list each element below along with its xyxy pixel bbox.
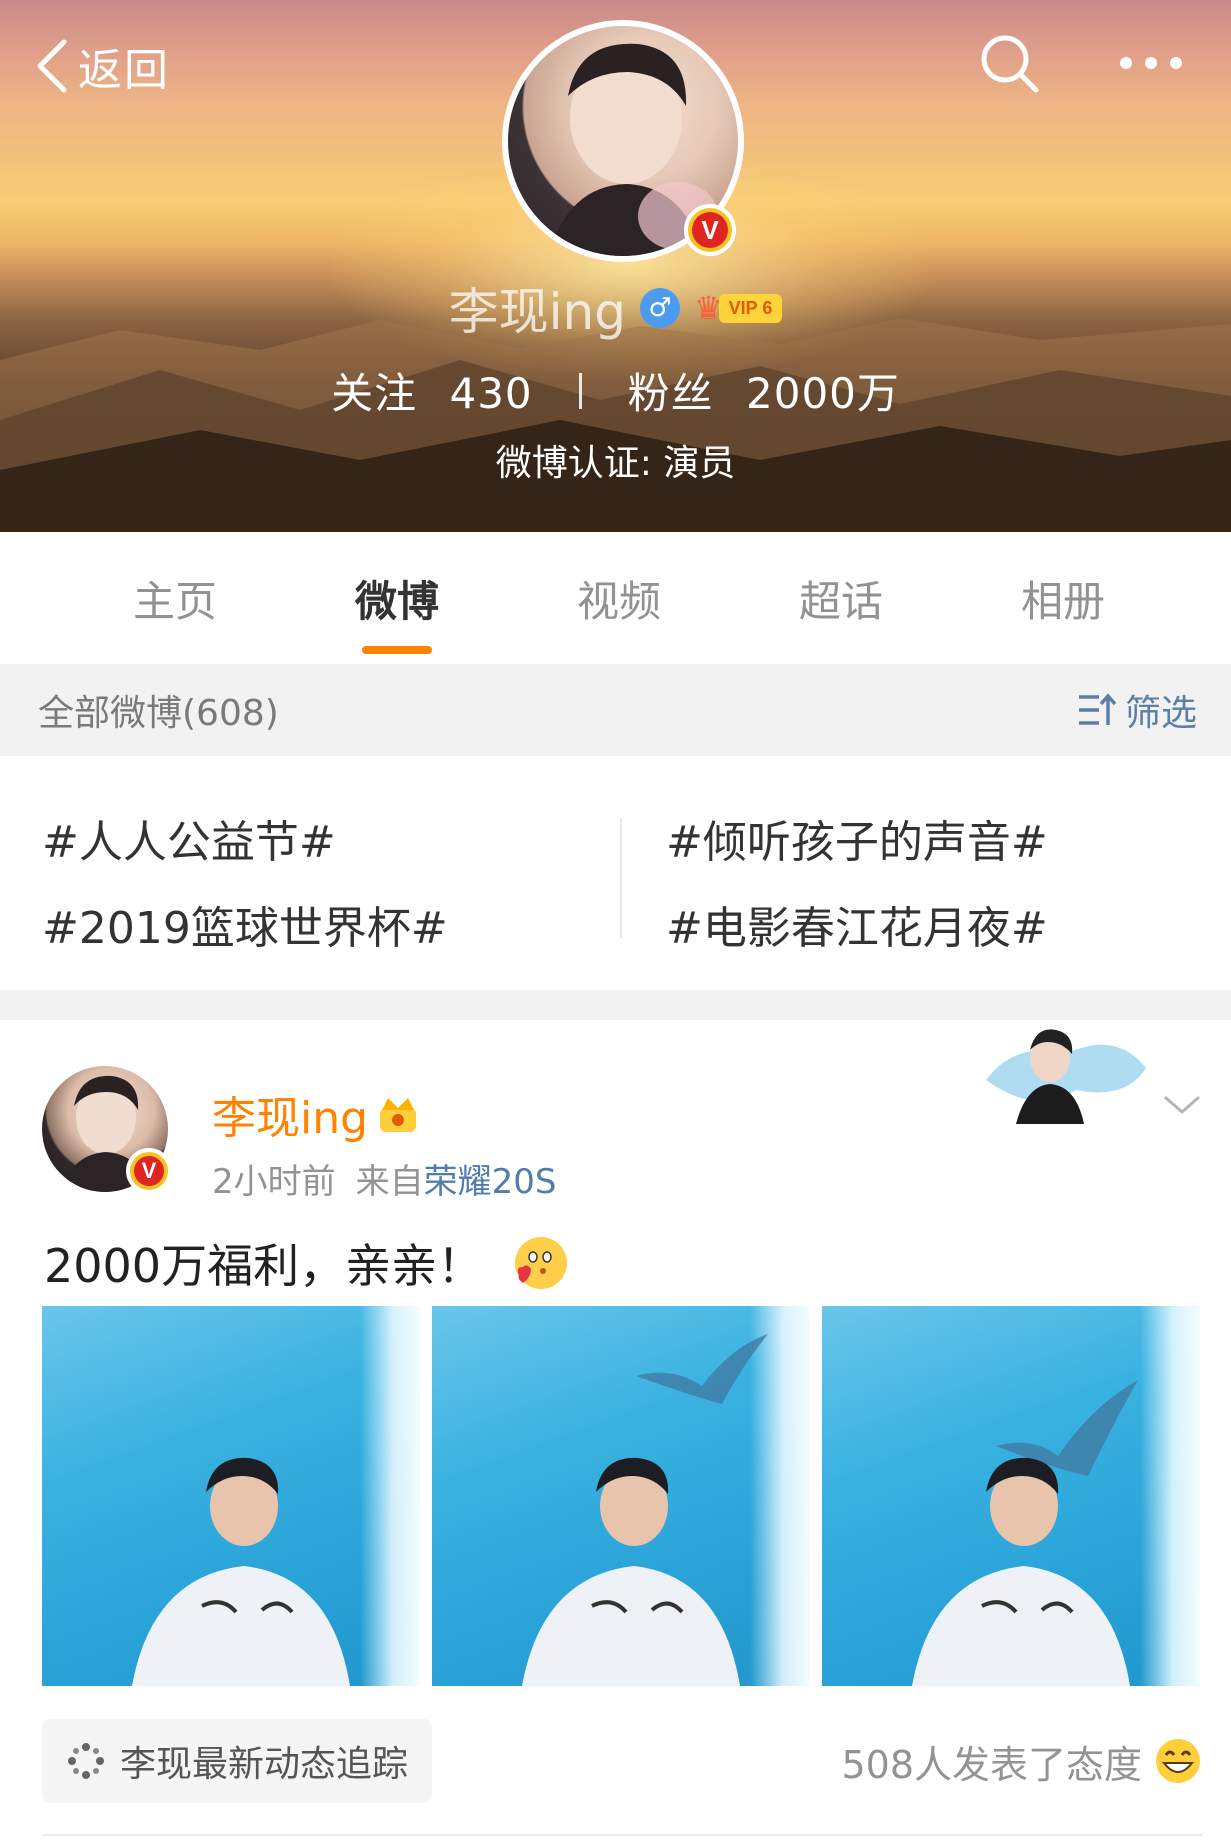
post-photo[interactable] — [42, 1306, 420, 1686]
post-author-name: 李现ing — [212, 1093, 369, 1144]
profile-stats: 关注 430 粉丝 2000万 — [0, 360, 1231, 421]
weibo-post: V 李现ing 2小时前 来自荣耀20S 2000万福利，亲亲！ 李现最新动态追… — [0, 1020, 1231, 1846]
filter-label: 筛选 — [1124, 693, 1197, 734]
vip-badge[interactable]: ♛ VIP 6 — [694, 288, 783, 328]
post-author[interactable]: 李现ing — [212, 1082, 420, 1146]
filter-bar: 全部微博(608) 筛选 — [0, 664, 1231, 756]
verification-text: 微博认证: 演员 — [495, 443, 736, 484]
aquarium-edge — [1140, 1306, 1200, 1686]
profile-name: 李现ing — [448, 283, 626, 341]
filter-icon — [1078, 693, 1117, 725]
topics-divider — [620, 818, 622, 938]
verified-badge: V — [684, 204, 736, 256]
topics-panel: #人人公益节# #倾听孩子的声音# #2019篮球世界杯# #电影春江花月夜# — [0, 756, 1231, 990]
photo-person — [522, 1457, 740, 1686]
photo-person — [912, 1457, 1130, 1686]
tab-label: 超话 — [798, 576, 883, 626]
post-photo-grid — [42, 1306, 1202, 1686]
filter-button[interactable]: 筛选 — [1077, 684, 1197, 736]
topic-link[interactable]: #2019篮球世界杯# — [42, 892, 448, 956]
search-icon[interactable] — [978, 32, 1042, 96]
profile-tabs: 主页 微博 视频 超话 相册 — [0, 532, 1231, 664]
tab-super-topic[interactable]: 超话 — [730, 532, 952, 664]
post-source-link[interactable]: 荣耀20S — [424, 1162, 557, 1202]
post-footer: 李现最新动态追踪 508人发表了态度 — [42, 1716, 1202, 1806]
tab-label: 视频 — [576, 576, 661, 626]
post-body: 2000万福利，亲亲！ — [44, 1239, 484, 1293]
track-label: 李现最新动态追踪 — [120, 1744, 409, 1785]
topic-link[interactable]: #电影春江花月夜# — [666, 892, 1048, 956]
stingray-shape — [636, 1334, 768, 1404]
follow-stat[interactable]: 关注 430 — [331, 360, 533, 421]
back-label: 返回 — [78, 45, 170, 96]
stats-divider — [578, 372, 582, 409]
more-icon[interactable] — [1116, 38, 1186, 88]
post-photo[interactable] — [822, 1306, 1200, 1686]
post-source-row: 来自荣耀20S — [356, 1154, 557, 1203]
tab-album[interactable]: 相册 — [952, 532, 1174, 664]
section-gap — [0, 990, 1231, 1020]
tab-video[interactable]: 视频 — [508, 532, 730, 664]
tab-home[interactable]: 主页 — [64, 532, 286, 664]
profile-name-row: 李现ing ♂ ♛ VIP 6 — [0, 272, 1231, 344]
fans-count: 2000万 — [746, 369, 900, 418]
card-sticker-image — [986, 1029, 1146, 1124]
photo-person — [132, 1457, 350, 1686]
vip-label: VIP 6 — [718, 293, 783, 323]
track-updates-button[interactable]: 李现最新动态追踪 — [42, 1719, 433, 1803]
back-button[interactable]: 返回 — [34, 36, 170, 96]
profile-header: 返回 V 李现ing ♂ ♛ VIP 6 关注 430 粉丝 2000万 微博认… — [0, 0, 1231, 532]
sparkle-icon — [68, 1743, 104, 1779]
aquarium-edge — [360, 1306, 420, 1686]
male-icon: ♂ — [639, 288, 680, 328]
topic-link[interactable]: #倾听孩子的声音# — [666, 806, 1048, 870]
grin-emoji-icon — [1156, 1739, 1200, 1783]
topic-link[interactable]: #人人公益节# — [42, 806, 336, 870]
source-prefix: 来自 — [355, 1162, 424, 1202]
reactions-summary[interactable]: 508人发表了态度 — [841, 1734, 1202, 1789]
post-meta: 2小时前 来自荣耀20S — [212, 1154, 557, 1203]
active-tab-indicator — [362, 646, 432, 654]
fans-stat[interactable]: 粉丝 2000万 — [628, 360, 900, 421]
post-photo[interactable] — [432, 1306, 810, 1686]
fans-label: 粉丝 — [627, 369, 714, 418]
post-text: 2000万福利，亲亲！ — [44, 1230, 569, 1296]
reaction-count: 508人发表了态度 — [841, 1742, 1142, 1787]
chevron-down-icon[interactable] — [1162, 1090, 1202, 1120]
tab-label: 主页 — [132, 576, 217, 626]
kiss-emoji-icon — [515, 1237, 568, 1289]
follow-count: 430 — [449, 369, 533, 418]
tab-label: 相册 — [1020, 576, 1105, 626]
chevron-left-icon — [37, 39, 67, 93]
vip-crown-icon — [380, 1098, 417, 1132]
author-verified-badge: V — [126, 1148, 172, 1194]
tab-weibo[interactable]: 微博 — [286, 532, 508, 664]
follow-label: 关注 — [331, 369, 418, 418]
post-time: 2小时前 — [212, 1162, 336, 1202]
post-bottom-divider — [42, 1834, 1202, 1836]
tab-label: 微博 — [354, 576, 439, 626]
all-posts-count: 全部微博(608) — [38, 693, 279, 734]
